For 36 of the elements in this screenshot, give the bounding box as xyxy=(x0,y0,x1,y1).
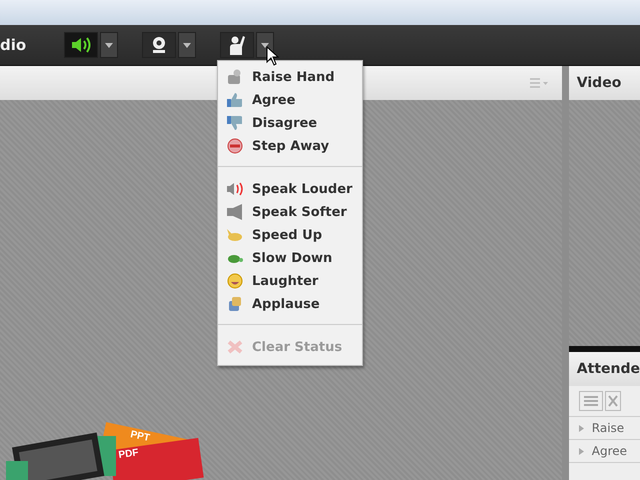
mouse-pointer-icon xyxy=(266,46,280,66)
minus-circle-icon xyxy=(226,138,244,154)
files-drawing: PPT PDF xyxy=(6,411,216,480)
dropdown-button[interactable] xyxy=(178,32,196,58)
menu-item[interactable]: Slow Down xyxy=(218,248,362,268)
menu-item[interactable]: Laughter xyxy=(218,271,362,291)
speaker-icon xyxy=(70,35,92,55)
thumbs-down-icon xyxy=(226,115,244,131)
expand-arrow-icon xyxy=(578,448,584,454)
speaker-button[interactable] xyxy=(64,32,98,58)
caret-icon xyxy=(183,42,191,48)
speaker-loud-icon xyxy=(226,181,244,197)
attendee-group-row[interactable]: Raise xyxy=(568,417,640,440)
menu-item[interactable]: Disagree xyxy=(218,113,362,133)
menu-item[interactable]: Applause xyxy=(218,294,362,314)
caret-icon xyxy=(105,42,113,48)
expand-arrow-icon xyxy=(578,424,584,432)
person-raising-hand-icon xyxy=(227,34,247,56)
panel-title: Video xyxy=(576,75,622,91)
menu-item[interactable]: Raise Hand xyxy=(218,67,362,87)
cross-icon xyxy=(226,339,244,355)
panel-title: Attende xyxy=(576,361,640,377)
menu-item[interactable]: Speak Softer xyxy=(218,202,362,222)
thumbs-up-icon xyxy=(226,92,244,108)
smiley-icon xyxy=(226,273,244,289)
attendee-group-row[interactable]: Agree xyxy=(568,440,640,463)
toolbar-title: dio xyxy=(0,36,28,54)
webcam-button[interactable] xyxy=(142,32,176,58)
dropdown-button[interactable] xyxy=(100,32,118,58)
caret-icon xyxy=(261,42,269,48)
menu-item[interactable]: Agree xyxy=(218,90,362,110)
menu-item[interactable]: Speed Up xyxy=(218,225,362,245)
speaker-icon xyxy=(226,204,244,220)
menu-item[interactable]: Step Away xyxy=(218,136,362,156)
hand-button[interactable] xyxy=(220,32,254,58)
menu-item[interactable]: Speak Louder xyxy=(218,179,362,199)
